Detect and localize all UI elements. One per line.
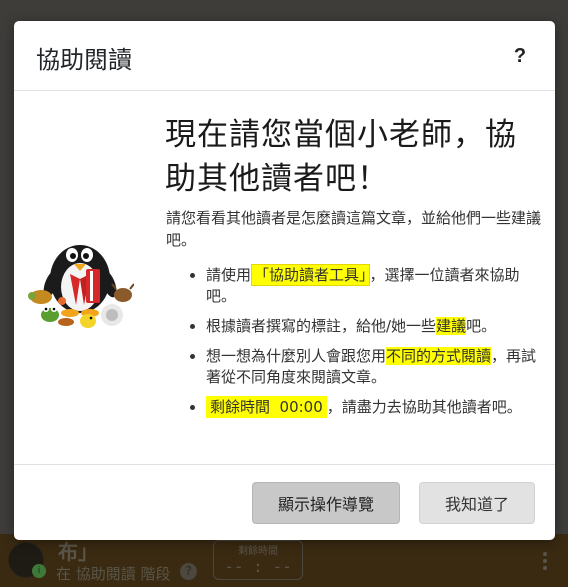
- background-timer-label: 剩餘時間: [238, 546, 278, 557]
- help-button[interactable]: ?: [508, 43, 532, 69]
- different-ways-highlight: 不同的方式閱讀: [386, 347, 492, 365]
- background-help-icon: ?: [180, 563, 197, 580]
- show-tour-button[interactable]: 顯示操作導覽: [252, 482, 400, 524]
- help-reading-modal: 協助閱讀 ? 現在請您當個小老師，協助其他讀者吧！ 請您看看其他讀者是怎麼讀這篇…: [14, 21, 555, 540]
- modal-headline: 現在請您當個小老師，協助其他讀者吧！: [165, 117, 517, 197]
- modal-header: 協助閱讀 ?: [14, 21, 555, 91]
- step-text: ，請盡力去協助其他讀者吧。: [326, 398, 522, 416]
- background-stage-label: 在 協助閱讀 階段: [56, 565, 171, 583]
- background-timer-value: -- : --: [224, 557, 292, 576]
- list-item: 請使用「協助讀者工具」，選擇一位讀者來協助吧。: [206, 264, 544, 307]
- modal-intro-text: 請您看看其他讀者是怎麼讀這篇文章，並給他們一些建議吧。: [166, 209, 542, 249]
- instruction-list: 請使用「協助讀者工具」，選擇一位讀者來協助吧。 根據讀者撰寫的標註，給他/她一些…: [166, 264, 544, 427]
- background-status-dot: i: [32, 564, 46, 578]
- list-item: 根據讀者撰寫的標註，給他/她一些建議吧。: [206, 316, 544, 337]
- suggestion-highlight: 建議: [436, 317, 467, 335]
- background-title: 布」: [58, 540, 98, 564]
- list-item: 剩餘時間 00:00，請盡力去協助其他讀者吧。: [206, 396, 544, 418]
- penguin-mascot-icon: [28, 245, 134, 328]
- step-text: 吧。: [466, 317, 497, 335]
- step-text: 請使用: [206, 266, 252, 284]
- got-it-button[interactable]: 我知道了: [419, 482, 535, 524]
- remaining-time-highlight: 剩餘時間 00:00: [206, 396, 327, 418]
- help-reader-tool-highlight: 「協助讀者工具」: [251, 264, 370, 286]
- step-text: 想一想為什麼別人會跟您用: [206, 347, 387, 365]
- modal-title: 協助閱讀: [36, 46, 132, 74]
- background-timer: 剩餘時間 -- : --: [213, 540, 303, 580]
- step-text: 根據讀者撰寫的標註，給他/她一些: [206, 317, 437, 335]
- list-item: 想一想為什麼別人會跟您用不同的方式閱讀，再試著從不同角度來閱讀文章。: [206, 346, 544, 388]
- modal-footer: 顯示操作導覽 我知道了: [14, 464, 555, 540]
- background-menu-icon: [543, 550, 549, 573]
